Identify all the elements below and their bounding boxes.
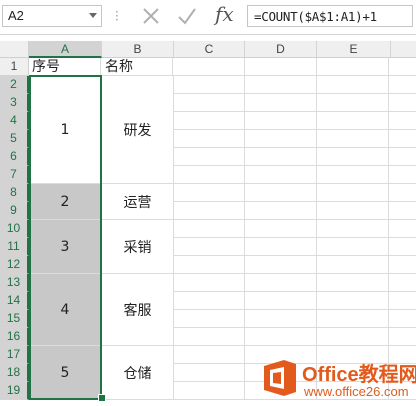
column-header-e[interactable]: E (317, 41, 391, 58)
watermark-url: www.office26.com (304, 384, 409, 399)
name-box-value: A2 (8, 8, 24, 23)
cell-a2-merged[interactable]: 1 (29, 76, 102, 184)
spreadsheet-window: A2 · · · fx =COUNT($A$1:A1)+1 A B C D E 1 … (0, 0, 416, 406)
insert-function-icon[interactable]: fx (215, 2, 234, 26)
row-header-1[interactable]: 1 (0, 58, 29, 76)
row-header-4[interactable]: 4 (0, 112, 29, 130)
row-header-11[interactable]: 11 (0, 238, 29, 256)
row-header-14[interactable]: 14 (0, 292, 29, 310)
row-header-18[interactable]: 18 (0, 364, 29, 382)
cell-b17-merged[interactable]: 仓储 (102, 346, 174, 400)
department-name: 仓储 (123, 365, 152, 382)
row-header-2[interactable]: 2 (0, 76, 29, 94)
row-header-16[interactable]: 16 (0, 328, 29, 346)
row-header-13[interactable]: 13 (0, 274, 29, 292)
cell-b2-merged[interactable]: 研发 (102, 76, 174, 184)
column-header-c[interactable]: C (174, 41, 245, 58)
sequence-number: 4 (60, 301, 70, 318)
department-name: 运营 (123, 194, 152, 211)
row-header-9[interactable]: 9 (0, 202, 29, 220)
column-header-a[interactable]: A (29, 41, 102, 58)
select-all-corner[interactable] (0, 41, 29, 58)
cancel-icon[interactable] (140, 5, 162, 27)
cell-a10-merged[interactable]: 3 (29, 220, 102, 274)
drag-handle-icon[interactable]: · · · (115, 6, 119, 26)
row-header-17[interactable]: 17 (0, 346, 29, 364)
row-header-19[interactable]: 19 (0, 382, 29, 400)
department-name: 客服 (123, 302, 152, 319)
column-header-b[interactable]: B (102, 41, 174, 58)
row-header-12[interactable]: 12 (0, 256, 29, 274)
row-header-3[interactable]: 3 (0, 94, 29, 112)
confirm-icon[interactable] (176, 5, 198, 27)
office-logo-icon (264, 360, 296, 396)
row-header-8[interactable]: 8 (0, 184, 29, 202)
department-name: 研发 (123, 122, 152, 139)
cell-b13-merged[interactable]: 客服 (102, 274, 174, 346)
cell-a8-merged[interactable]: 2 (29, 184, 102, 220)
cell-b8-merged[interactable]: 运营 (102, 184, 174, 220)
cell-b10-merged[interactable]: 采销 (102, 220, 174, 274)
name-box[interactable]: A2 (2, 5, 102, 27)
cell-a1[interactable]: 序号 (29, 58, 102, 75)
chevron-down-icon[interactable] (89, 13, 97, 18)
row-header-7[interactable]: 7 (0, 166, 29, 184)
row-header-5[interactable]: 5 (0, 130, 29, 148)
formula-text: =COUNT($A$1:A1)+1 (254, 9, 377, 24)
sequence-number: 2 (60, 193, 70, 210)
cell-b1[interactable]: 名称 (102, 58, 174, 75)
fill-handle[interactable] (98, 394, 106, 402)
row-header-15[interactable]: 15 (0, 310, 29, 328)
department-name: 采销 (123, 239, 152, 256)
watermark-brand: Office教程网 (302, 364, 416, 386)
formula-input[interactable]: =COUNT($A$1:A1)+1 (247, 5, 413, 27)
sequence-number: 3 (60, 238, 70, 255)
row-header-6[interactable]: 6 (0, 148, 29, 166)
cell-a13-merged[interactable]: 4 (29, 274, 102, 346)
sequence-number: 5 (60, 364, 70, 381)
formula-bar: A2 · · · fx =COUNT($A$1:A1)+1 (0, 0, 416, 35)
sequence-number: 1 (60, 121, 70, 138)
watermark: Office教程网 www.office26.com (254, 356, 416, 406)
column-header-f-partial[interactable] (391, 41, 416, 58)
row-header-10[interactable]: 10 (0, 220, 29, 238)
cell-a17-merged[interactable]: 5 (29, 346, 102, 400)
column-header-d[interactable]: D (245, 41, 317, 58)
